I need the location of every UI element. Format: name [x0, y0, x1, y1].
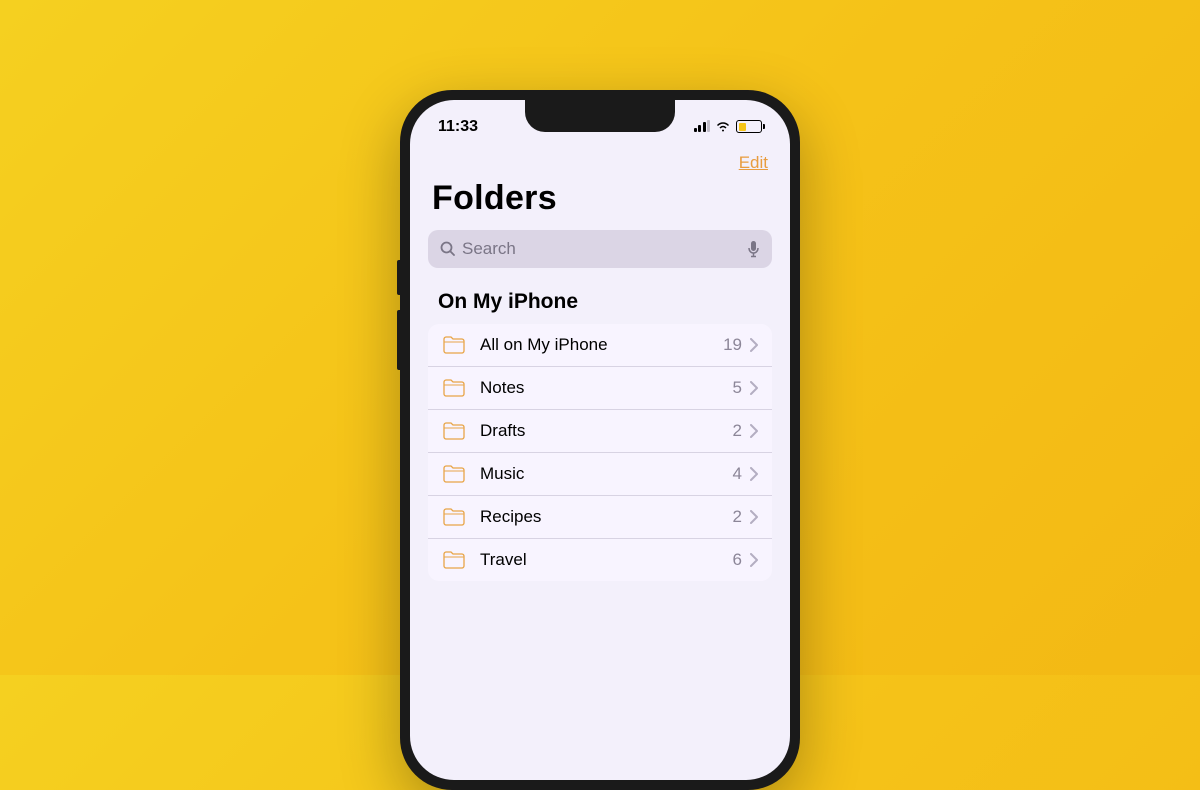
battery-icon	[736, 120, 762, 133]
folder-item-music[interactable]: Music 4	[428, 453, 772, 496]
chevron-right-icon	[750, 553, 758, 567]
folder-list: All on My iPhone 19 Notes 5	[428, 324, 772, 581]
folder-count: 5	[733, 378, 742, 398]
folder-label: Music	[480, 464, 733, 484]
folder-label: Travel	[480, 550, 733, 570]
chevron-right-icon	[750, 510, 758, 524]
folder-icon	[442, 550, 466, 570]
folder-count: 19	[723, 335, 742, 355]
folder-icon	[442, 378, 466, 398]
folder-item-travel[interactable]: Travel 6	[428, 539, 772, 581]
folder-count: 4	[733, 464, 742, 484]
folder-icon	[442, 335, 466, 355]
folder-icon	[442, 421, 466, 441]
folder-count: 6	[733, 550, 742, 570]
status-icons	[694, 120, 763, 133]
edit-button[interactable]: Edit	[739, 153, 768, 173]
folder-label: Notes	[480, 378, 733, 398]
status-time: 11:33	[438, 118, 478, 136]
folder-count: 2	[733, 421, 742, 441]
chevron-right-icon	[750, 338, 758, 352]
search-field[interactable]	[428, 230, 772, 268]
cellular-signal-icon	[694, 121, 711, 132]
folder-label: All on My iPhone	[480, 335, 723, 355]
folder-count: 2	[733, 507, 742, 527]
wifi-icon	[715, 121, 731, 133]
chevron-right-icon	[750, 381, 758, 395]
search-input[interactable]	[462, 239, 741, 259]
section-header: On My iPhone	[410, 286, 790, 324]
folder-icon	[442, 464, 466, 484]
page-header: Folders	[410, 175, 790, 230]
folder-label: Drafts	[480, 421, 733, 441]
folder-icon	[442, 507, 466, 527]
folder-item-drafts[interactable]: Drafts 2	[428, 410, 772, 453]
phone-notch	[525, 100, 675, 132]
folder-item-recipes[interactable]: Recipes 2	[428, 496, 772, 539]
folder-item-all[interactable]: All on My iPhone 19	[428, 324, 772, 367]
phone-device-frame: 11:33 Edit Folders	[400, 90, 800, 790]
page-title: Folders	[432, 179, 768, 218]
phone-screen: 11:33 Edit Folders	[410, 100, 790, 780]
microphone-icon[interactable]	[747, 240, 760, 258]
folder-item-notes[interactable]: Notes 5	[428, 367, 772, 410]
chevron-right-icon	[750, 424, 758, 438]
search-icon	[440, 241, 456, 257]
chevron-right-icon	[750, 467, 758, 481]
folder-label: Recipes	[480, 507, 733, 527]
navigation-bar: Edit	[410, 145, 790, 175]
